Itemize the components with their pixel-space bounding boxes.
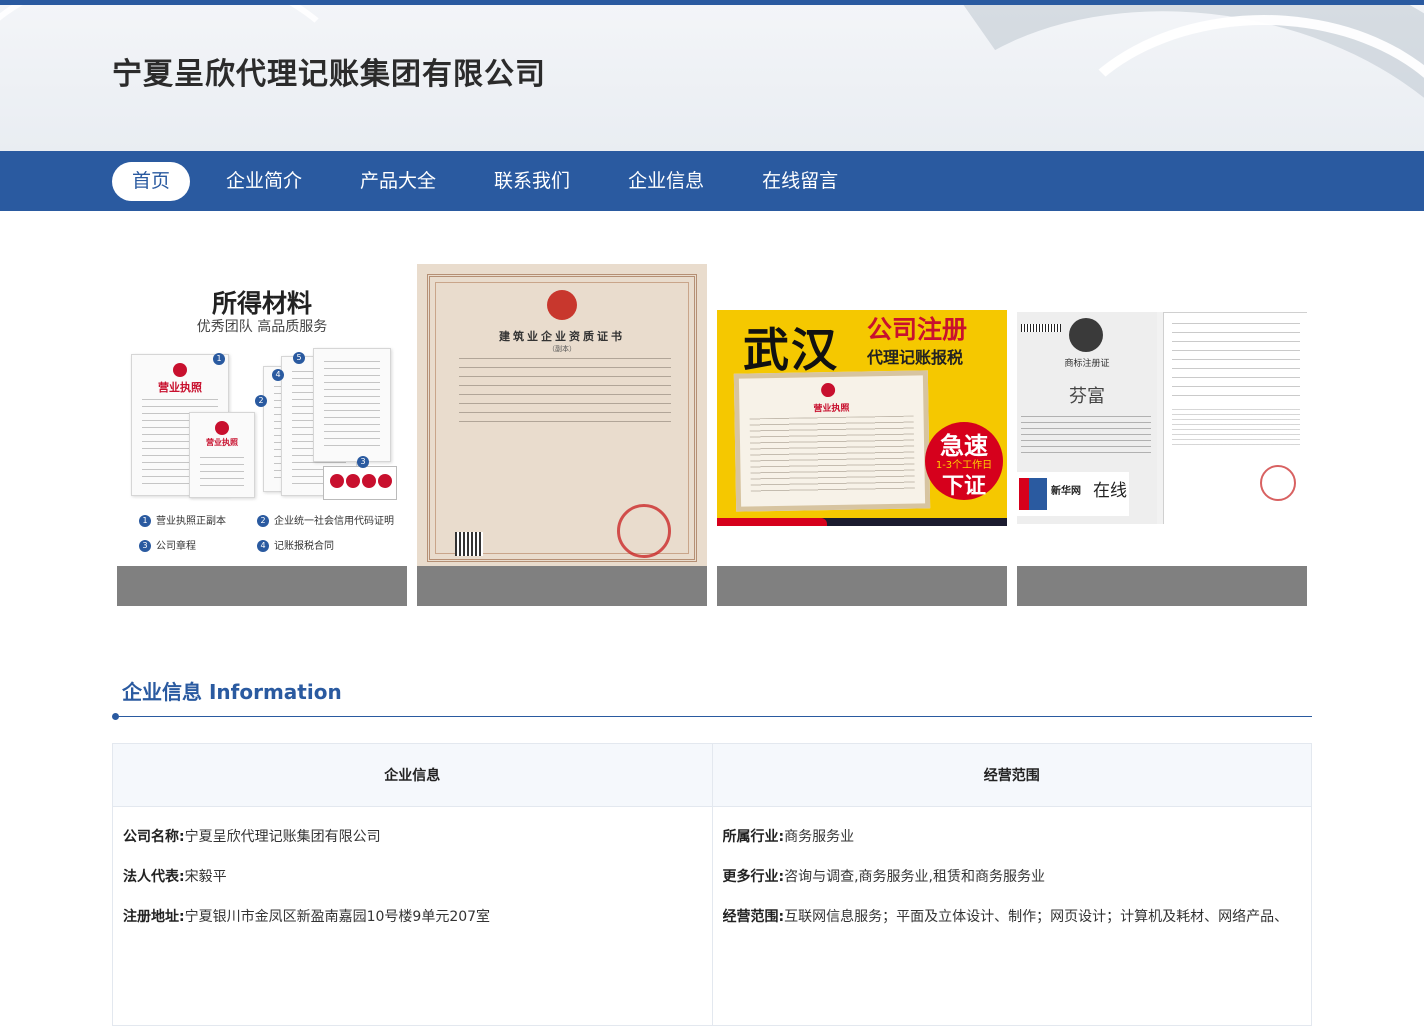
materials-subtitle: 优秀团队 高品质服务 — [196, 319, 328, 335]
section-divider-dot — [112, 713, 119, 720]
product-gallery: 所得材料 优秀团队 高品质服务 营业执照 营业执照 1 2 3 4 5 1 营业… — [117, 262, 1307, 606]
gallery-card-trademark[interactable]: 商标注册证 芬富 新华网 在线 — [1017, 262, 1307, 606]
legend-item: 1 营业执照正副本 — [139, 512, 226, 527]
card-caption-bar[interactable] — [417, 566, 707, 606]
marker-3-icon: 3 — [357, 456, 369, 468]
license-copy-heading: 营业执照 — [206, 438, 238, 447]
qr-code-icon — [455, 532, 483, 556]
business-license-picture: 营业执照 — [733, 370, 931, 512]
license-heading: 营业执照 — [158, 381, 202, 394]
legend-item: 3 公司章程 — [139, 537, 196, 552]
business-scope-cell: 所属行业:商务服务业 更多行业:咨询与调查,商务服务业,租赁和商务服务业 经营范… — [711, 806, 1312, 1026]
license-heading: 营业执照 — [813, 403, 850, 415]
marker-1-icon: 1 — [213, 353, 225, 365]
marker-5-icon: 5 — [293, 352, 305, 364]
section-divider — [116, 716, 1312, 717]
gallery-card-qualification[interactable]: 建筑业企业资质证书 （副本） — [417, 262, 707, 606]
site-header: 宁夏呈欣代理记账集团有限公司 — [0, 5, 1424, 151]
emblem-icon — [173, 363, 187, 377]
materials-title: 所得材料 — [211, 289, 312, 318]
national-emblem-icon — [1069, 318, 1103, 352]
company-info-cell: 公司名称:宁夏呈欣代理记账集团有限公司 法人代表:宋毅平 注册地址:宁夏银川市金… — [112, 806, 713, 1026]
trademark-name: 芬富 — [1069, 386, 1105, 407]
table-header-company-info: 企业信息 — [112, 743, 713, 807]
company-seals — [323, 466, 397, 500]
approval-document — [1163, 312, 1307, 524]
ad-city: 武汉 — [743, 323, 839, 377]
ad-line2: 代理记账报税 — [867, 348, 964, 367]
registration-ad-image[interactable]: 武汉 公司注册 代理记账报税 营业执照 急速 1-3个工作日 下证 — [717, 310, 1007, 526]
certificate-title: 建筑业企业资质证书 — [499, 330, 625, 343]
gallery-card-materials[interactable]: 所得材料 优秀团队 高品质服务 营业执照 营业执照 1 2 3 4 5 1 营业… — [117, 262, 407, 606]
nav-item-products[interactable]: 产品大全 — [338, 162, 458, 201]
official-stamp-icon — [617, 504, 671, 558]
card-caption-bar[interactable] — [117, 566, 407, 606]
industry-row: 所属行业:商务服务业 — [722, 829, 855, 845]
legend-item: 2 企业统一社会信用代码证明 — [257, 512, 394, 527]
nav-list: 首页 企业简介 产品大全 联系我们 企业信息 在线留言 — [112, 162, 874, 201]
gallery-card-registration[interactable]: 武汉 公司注册 代理记账报税 营业执照 急速 1-3个工作日 下证 — [717, 262, 1007, 606]
site-title: 宁夏呈欣代理记账集团有限公司 — [112, 57, 546, 92]
address-row: 注册地址:宁夏银川市金凤区新盈南嘉园10号楼9单元207室 — [123, 909, 491, 925]
materials-image[interactable]: 所得材料 优秀团队 高品质服务 营业执照 营业执照 1 2 3 4 5 1 营业… — [117, 262, 407, 566]
nav-item-message[interactable]: 在线留言 — [740, 162, 860, 201]
main-nav: 首页 企业简介 产品大全 联系我们 企业信息 在线留言 — [0, 151, 1424, 211]
contract-document — [313, 348, 391, 462]
news-logo: 新华网 在线 — [1017, 472, 1129, 516]
qualification-certificate-image[interactable]: 建筑业企业资质证书 （副本） — [417, 264, 707, 572]
card-caption-bar[interactable] — [717, 566, 1007, 606]
barcode-icon — [1021, 324, 1061, 332]
section-title: 企业信息 Information — [122, 680, 342, 704]
nav-item-home[interactable]: 首页 — [112, 162, 191, 201]
trademark-heading: 商标注册证 — [1064, 359, 1110, 369]
marker-4-icon: 4 — [272, 369, 284, 381]
emblem-icon — [820, 382, 836, 398]
more-industries-row: 更多行业:咨询与调查,商务服务业,租赁和商务服务业 — [722, 869, 1046, 885]
scope-row: 经营范围:互联网信息服务；平面及立体设计、制作；网页设计；计算机及耗材、网络产品… — [722, 909, 1289, 925]
legend-item: 4 记账报税合同 — [257, 537, 334, 552]
emblem-icon — [215, 421, 229, 435]
trademark-certificate-image[interactable]: 商标注册证 芬富 新华网 在线 — [1017, 312, 1307, 524]
marker-2-icon: 2 — [255, 395, 267, 407]
card-caption-bar[interactable] — [1017, 566, 1307, 606]
table-header-business-scope: 经营范围 — [711, 743, 1312, 807]
company-name-row: 公司名称:宁夏呈欣代理记账集团有限公司 — [123, 829, 381, 845]
national-emblem-icon — [547, 290, 577, 320]
ad-line1: 公司注册 — [867, 315, 968, 344]
license-copy-document: 营业执照 — [189, 412, 255, 498]
fast-badge: 急速 1-3个工作日 下证 — [925, 422, 1003, 500]
official-stamp-icon — [1260, 465, 1296, 501]
nav-item-contact[interactable]: 联系我们 — [472, 162, 592, 201]
nav-item-about[interactable]: 企业简介 — [204, 162, 324, 201]
certificate-subtitle: （副本） — [548, 345, 576, 353]
company-info-table: 企业信息 经营范围 公司名称:宁夏呈欣代理记账集团有限公司 法人代表:宋毅平 注… — [112, 743, 1312, 1026]
legal-rep-row: 法人代表:宋毅平 — [123, 869, 227, 885]
nav-item-company-info[interactable]: 企业信息 — [606, 162, 726, 201]
